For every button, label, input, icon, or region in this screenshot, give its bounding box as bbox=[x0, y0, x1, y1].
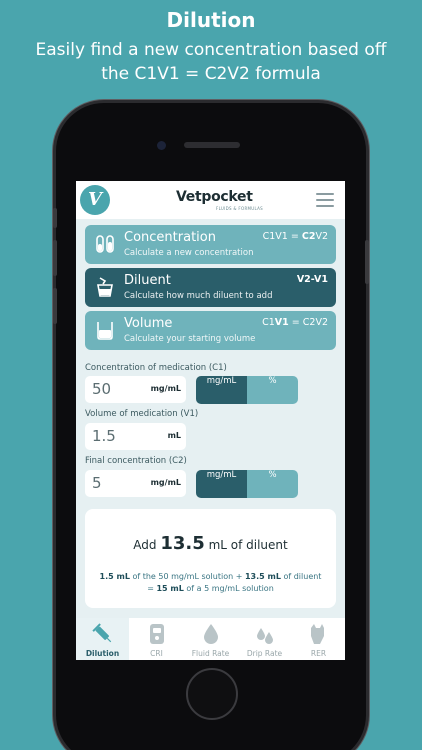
mode-title: Concentration bbox=[124, 230, 216, 245]
syringe-icon bbox=[92, 623, 112, 643]
c1-input[interactable]: 50 mg/mL bbox=[85, 376, 186, 403]
c2-unit-toggle: mg/mL % bbox=[196, 470, 298, 498]
c2-value: 5 bbox=[92, 474, 102, 492]
test-tubes-icon bbox=[96, 235, 114, 253]
mode-description: Calculate how much diluent to add bbox=[124, 291, 273, 301]
mode-formula: V2-V1 bbox=[296, 274, 328, 285]
result-detail: 1.5 mL of the 50 mg/mL solution + 13.5 m… bbox=[99, 572, 322, 593]
phone-volume-down bbox=[53, 288, 57, 324]
mode-formula: C1V1 = C2V2 bbox=[262, 231, 328, 242]
c2-label: Final concentration (C2) bbox=[85, 456, 187, 466]
mode-diluent[interactable]: Diluent Calculate how much diluent to ad… bbox=[85, 268, 336, 307]
result-amount: 13.5 bbox=[160, 533, 205, 554]
app-header: V Vetpocket FLUIDS & FORMULAS bbox=[76, 181, 345, 219]
v1-label: Volume of medication (V1) bbox=[85, 409, 199, 419]
iv-pump-icon bbox=[150, 624, 164, 644]
home-button[interactable] bbox=[186, 668, 238, 720]
dog-cat-icon bbox=[311, 624, 324, 644]
tab-label: CRI bbox=[150, 649, 163, 658]
app-logo: V bbox=[80, 185, 110, 215]
tab-label: Drip Rate bbox=[246, 649, 283, 658]
c2-unit-mgml-option[interactable]: mg/mL bbox=[196, 470, 247, 498]
drops-icon bbox=[257, 628, 273, 644]
tab-dilution[interactable]: Dilution bbox=[76, 618, 129, 660]
mode-volume[interactable]: Volume Calculate your starting volume C1… bbox=[85, 311, 336, 350]
tab-label: RER bbox=[310, 649, 327, 658]
result-summary: Add 13.5 mL of diluent bbox=[133, 533, 288, 554]
promo-subtitle: Easily find a new concentration based of… bbox=[35, 40, 387, 84]
c1-unit-percent-option[interactable]: % bbox=[247, 376, 298, 404]
c1-value: 50 bbox=[92, 380, 112, 398]
hamburger-menu-icon[interactable] bbox=[316, 193, 334, 207]
beaker-icon bbox=[97, 322, 113, 340]
v1-unit: mL bbox=[167, 431, 181, 440]
earpiece-speaker bbox=[184, 142, 240, 148]
mode-description: Calculate a new concentration bbox=[124, 248, 254, 258]
tab-fluid-rate[interactable]: Fluid Rate bbox=[184, 618, 237, 660]
brand-tagline: FLUIDS & FORMULAS bbox=[216, 206, 264, 211]
c1-unit: mg/mL bbox=[150, 384, 181, 393]
tab-label: Dilution bbox=[85, 649, 120, 658]
tab-drip-rate[interactable]: Drip Rate bbox=[238, 618, 291, 660]
tab-rer[interactable]: RER bbox=[292, 618, 345, 660]
brand-name: Vetpocket bbox=[176, 189, 253, 205]
mode-title: Volume bbox=[124, 316, 173, 331]
phone-volume-up bbox=[53, 240, 57, 276]
phone-silent-switch bbox=[53, 208, 57, 228]
result-card: Add 13.5 mL of diluent 1.5 mL of the 50 … bbox=[85, 509, 336, 608]
promo-title: Dilution bbox=[166, 8, 256, 32]
bottom-tab-bar: Dilution CRI Fluid Rate Drip Rate RER bbox=[76, 618, 345, 660]
mode-concentration[interactable]: Concentration Calculate a new concentrat… bbox=[85, 225, 336, 264]
c1-label: Concentration of medication (C1) bbox=[85, 363, 227, 373]
v1-input[interactable]: 1.5 mL bbox=[85, 423, 186, 450]
c2-unit-percent-option[interactable]: % bbox=[247, 470, 298, 498]
front-camera bbox=[157, 141, 166, 150]
c2-unit: mg/mL bbox=[150, 478, 181, 487]
app-screen: V Vetpocket FLUIDS & FORMULAS Concentrat… bbox=[76, 181, 345, 660]
c2-input[interactable]: 5 mg/mL bbox=[85, 470, 186, 497]
mode-description: Calculate your starting volume bbox=[124, 334, 256, 344]
tab-label: Fluid Rate bbox=[191, 649, 230, 658]
drop-icon bbox=[204, 624, 218, 644]
mode-formula: C1V1 = C2V2 bbox=[262, 317, 328, 328]
v1-value: 1.5 bbox=[92, 427, 116, 445]
c1-unit-toggle: mg/mL % bbox=[196, 376, 298, 404]
tab-cri[interactable]: CRI bbox=[130, 618, 183, 660]
mode-title: Diluent bbox=[124, 273, 171, 288]
phone-power-button bbox=[365, 240, 369, 284]
pour-cup-icon bbox=[97, 277, 113, 297]
c1-unit-mgml-option[interactable]: mg/mL bbox=[196, 376, 247, 404]
